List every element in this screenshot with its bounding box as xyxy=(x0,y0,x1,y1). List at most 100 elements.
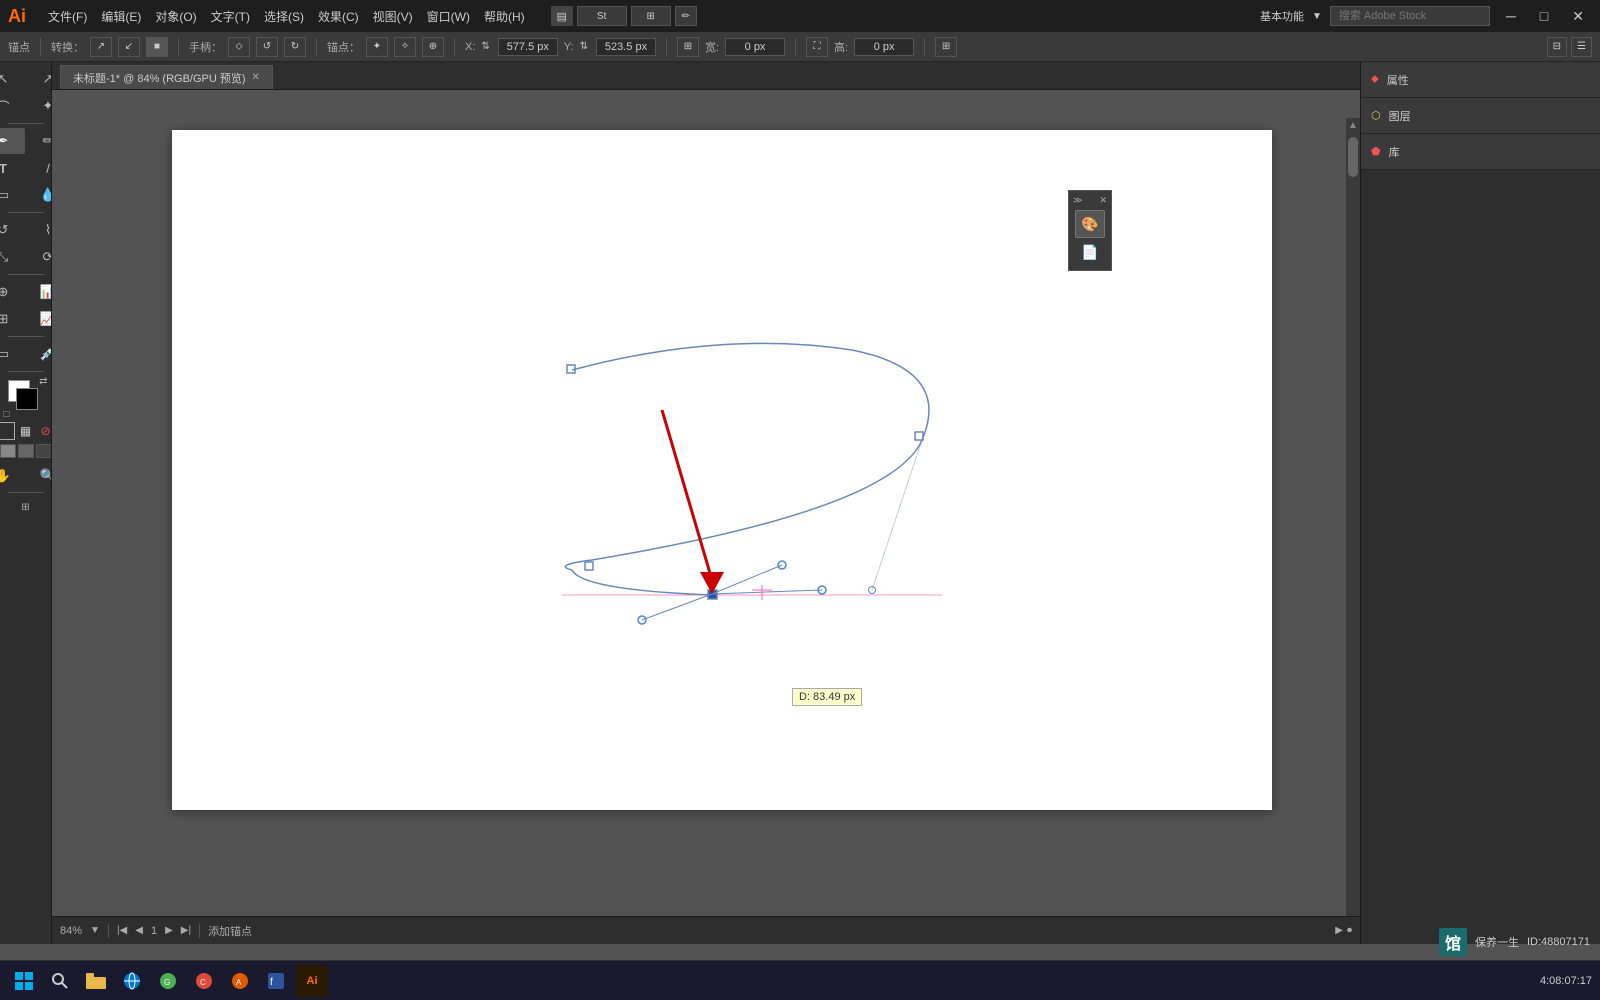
tab-close-icon[interactable]: ✕ xyxy=(252,72,260,83)
page-last-btn[interactable]: ▶| xyxy=(181,925,191,936)
taskbar-app2-btn[interactable]: C xyxy=(188,965,220,997)
taskbar-explorer-btn[interactable] xyxy=(80,965,112,997)
scale-tool[interactable]: ⤡ xyxy=(0,244,25,270)
scroll-thumb[interactable] xyxy=(1348,137,1358,177)
rect-tool[interactable]: ▭ xyxy=(0,182,25,208)
canvas-content[interactable]: D: 83.49 px ≫ ✕ 🎨 📄 ▲ ▼ xyxy=(52,90,1360,944)
mini-doc-btn[interactable]: 📄 xyxy=(1075,238,1105,266)
eyedropper-tool[interactable]: 💧 xyxy=(26,182,52,208)
page-prev-btn[interactable]: |◀ xyxy=(117,925,127,936)
color-swatches[interactable]: ⇄ □ xyxy=(8,380,44,416)
page-back-btn[interactable]: ◀ xyxy=(135,925,143,936)
anchor-btn2[interactable]: ✧ xyxy=(394,37,416,57)
tool-row-text: T / xyxy=(0,155,52,181)
mini-panel-expand-icon[interactable]: ≫ xyxy=(1073,195,1082,206)
workspace-dropdown-icon[interactable]: ▼ xyxy=(1312,11,1322,22)
edit-toolbar-btn[interactable]: ⊞ xyxy=(12,496,40,518)
st-btn[interactable]: St xyxy=(577,6,627,26)
search-input[interactable] xyxy=(1330,6,1490,26)
reset-colors-icon[interactable]: □ xyxy=(4,409,10,420)
zoom-dropdown-btn[interactable]: ▼ xyxy=(90,925,100,936)
transform-btn[interactable]: ⊞ xyxy=(677,37,699,57)
convert-btn1[interactable]: ↗ xyxy=(90,37,112,57)
library-panel-tab[interactable]: ⬟ 库 xyxy=(1361,134,1600,170)
direct-selection-tool[interactable]: ↗ xyxy=(26,66,52,92)
selection-tool[interactable]: ↖ xyxy=(0,66,25,92)
background-color[interactable] xyxy=(16,388,38,410)
rotate-tool[interactable]: ↺ xyxy=(0,217,25,243)
warp-tool[interactable]: ⌇ xyxy=(26,217,52,243)
anchor-btn3[interactable]: ⊕ xyxy=(422,37,444,57)
magic-wand-tool[interactable]: ✦ xyxy=(26,93,52,119)
tool-row-mesh: ⊞ 📈 xyxy=(0,306,52,332)
hand-tool[interactable]: ✋ xyxy=(0,463,25,489)
w-input[interactable] xyxy=(725,38,785,56)
vertical-scrollbar[interactable]: ▲ ▼ xyxy=(1346,118,1360,944)
taskbar-browser-btn[interactable] xyxy=(116,965,148,997)
minimize-button[interactable]: ─ xyxy=(1498,6,1524,26)
lasso-tool[interactable]: ⌒ xyxy=(0,93,25,119)
menu-text[interactable]: 文字(T) xyxy=(205,6,256,27)
maximize-button[interactable]: □ xyxy=(1532,6,1556,26)
canvas-tab-active[interactable]: 未标题-1* @ 84% (RGB/GPU 预览) ✕ xyxy=(60,65,273,89)
mini-paint-btn[interactable]: 🎨 xyxy=(1075,210,1105,238)
mesh-tool[interactable]: ⊞ xyxy=(0,306,25,332)
start-button[interactable] xyxy=(8,965,40,997)
draw-inside-icon[interactable] xyxy=(36,444,52,458)
bar-graph-tool[interactable]: 📈 xyxy=(26,306,52,332)
close-button[interactable]: ✕ xyxy=(1564,6,1592,27)
grid-btn[interactable]: ⊞ xyxy=(631,6,671,26)
gradient-icon[interactable]: ▦ xyxy=(17,422,35,440)
page-next-btn[interactable]: ▶ xyxy=(165,925,173,936)
none-fill-icon[interactable] xyxy=(0,422,15,440)
column-graph-tool[interactable]: 📊 xyxy=(26,279,52,305)
play-btn[interactable]: ▶ xyxy=(1335,925,1343,936)
swap-colors-icon[interactable]: ⇄ xyxy=(39,376,47,387)
menu-edit[interactable]: 编辑(E) xyxy=(95,6,147,27)
panel-toggle-btn2[interactable]: ☰ xyxy=(1571,37,1592,57)
eyedrop2-tool[interactable]: 💉 xyxy=(26,341,52,367)
no-paint-icon[interactable]: ⊘ xyxy=(37,422,53,440)
handle-btn2[interactable]: ↺ xyxy=(256,37,278,57)
layers-panel-tab[interactable]: ⬡ 图层 xyxy=(1361,98,1600,134)
draw-behind-icon[interactable] xyxy=(18,444,34,458)
properties-panel-tab[interactable]: ⬥ 属性 xyxy=(1361,62,1600,98)
type-tool[interactable]: T xyxy=(0,155,25,181)
record-btn[interactable]: ⏺ xyxy=(1347,925,1352,936)
handle-btn3[interactable]: ↻ xyxy=(284,37,306,57)
draw-normal-icon[interactable] xyxy=(0,444,16,458)
convert-btn3[interactable]: ■ xyxy=(146,37,168,57)
menu-object[interactable]: 对象(O) xyxy=(149,6,202,27)
taskbar-ai-btn[interactable]: Ai xyxy=(296,965,328,997)
menu-help[interactable]: 帮助(H) xyxy=(478,6,531,27)
align-btn[interactable]: ⊞ xyxy=(935,37,957,57)
scale-btn[interactable]: ⛶ xyxy=(806,37,828,57)
type-on-path-tool[interactable]: ✏ xyxy=(26,128,52,154)
mini-panel-close-icon[interactable]: ✕ xyxy=(1099,195,1107,206)
line-tool[interactable]: / xyxy=(26,155,52,181)
menu-file[interactable]: 文件(F) xyxy=(42,6,93,27)
taskbar-app4-btn[interactable]: f xyxy=(260,965,292,997)
menu-view[interactable]: 视图(V) xyxy=(367,6,419,27)
reshape-tool[interactable]: ⟳ xyxy=(26,244,52,270)
menu-effect[interactable]: 效果(C) xyxy=(312,6,365,27)
handle-btn1[interactable]: ⬦ xyxy=(228,37,250,57)
panel-toggle-btn1[interactable]: ⊟ xyxy=(1547,37,1567,57)
anchor-btn1[interactable]: ✦ xyxy=(366,37,388,57)
h-input[interactable] xyxy=(854,38,914,56)
taskbar-app1-btn[interactable]: G xyxy=(152,965,184,997)
zoom-tool[interactable]: 🔍 xyxy=(26,463,52,489)
arrange-icon[interactable]: ▤ xyxy=(551,6,573,26)
pen-icon[interactable]: ✏ xyxy=(675,6,697,26)
taskbar-app3-btn[interactable]: A xyxy=(224,965,256,997)
blend-tool[interactable]: ⊕ xyxy=(0,279,25,305)
convert-btn2[interactable]: ↙ xyxy=(118,37,140,57)
scroll-up-arrow[interactable]: ▲ xyxy=(1346,118,1360,133)
pen-tool[interactable]: ✒ xyxy=(0,128,25,154)
artboard-tool[interactable]: ▭ xyxy=(0,341,25,367)
taskbar-search-btn[interactable] xyxy=(44,965,76,997)
menu-window[interactable]: 窗口(W) xyxy=(421,6,476,27)
menu-select[interactable]: 选择(S) xyxy=(258,6,310,27)
y-input[interactable] xyxy=(596,38,656,56)
x-input[interactable] xyxy=(498,38,558,56)
